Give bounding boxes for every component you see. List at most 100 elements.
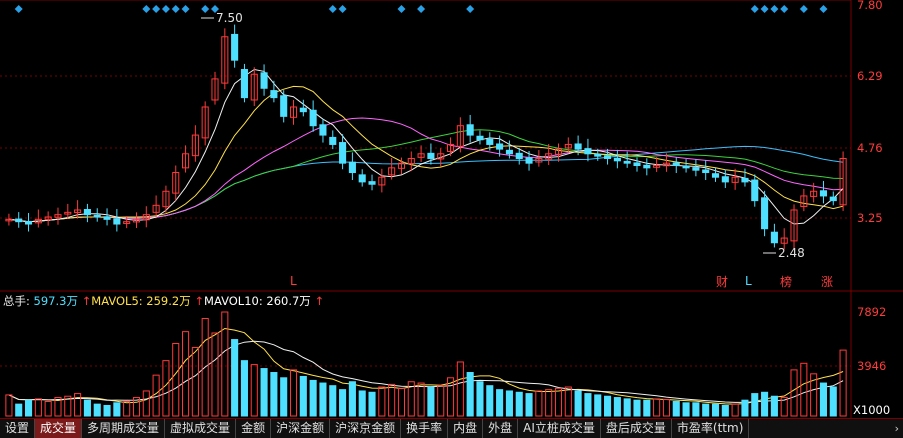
volume-bar bbox=[456, 361, 464, 417]
tab-sh-sz-amount[interactable]: 沪深金额 bbox=[271, 419, 331, 438]
candle-body bbox=[270, 90, 278, 99]
price-tick-label: 6.29 bbox=[857, 69, 883, 83]
mavol10-label: MAVOL10: bbox=[204, 294, 263, 308]
volume-bar bbox=[437, 385, 445, 417]
candle-body bbox=[368, 181, 376, 185]
volume-bar bbox=[829, 386, 837, 417]
candle-body bbox=[103, 216, 111, 220]
tab-outer-volume[interactable]: 外盘 bbox=[483, 419, 519, 438]
tab-amount[interactable]: 金额 bbox=[236, 419, 272, 438]
volume-bar bbox=[348, 381, 356, 417]
volume-bar bbox=[790, 369, 798, 417]
chevron-right-icon[interactable]: › bbox=[895, 420, 899, 437]
volume-bar bbox=[476, 381, 484, 417]
signal-diamond bbox=[181, 5, 190, 13]
candle-body bbox=[761, 197, 769, 230]
signal-diamond bbox=[770, 5, 779, 13]
kline-chart-panel[interactable]: 7.80 6.29 4.76 3.25 7892 3946 X1000 7.50… bbox=[0, 0, 903, 418]
candle-body bbox=[643, 164, 651, 169]
candle-body bbox=[358, 174, 366, 183]
volume-bar bbox=[741, 399, 749, 417]
price-tick-label: 7.80 bbox=[857, 0, 883, 12]
event-marker: L bbox=[290, 274, 297, 288]
candle-body bbox=[594, 153, 602, 157]
candle-body bbox=[466, 124, 474, 136]
volume-bar bbox=[142, 390, 150, 417]
tab-ai-volume[interactable]: AI立桩成交量 bbox=[518, 419, 601, 438]
tab-after-hours-volume[interactable]: 盘后成交量 bbox=[601, 419, 672, 438]
volume-tick-label: 3946 bbox=[857, 359, 886, 373]
price-tick-label: 4.76 bbox=[857, 141, 883, 155]
volume-axis: 7892 3946 X1000 bbox=[853, 305, 890, 417]
volume-bar bbox=[662, 399, 670, 417]
volume-bar bbox=[34, 398, 42, 417]
tab-settings[interactable]: 设置 bbox=[0, 419, 36, 438]
candle-body bbox=[427, 152, 435, 159]
candle-body bbox=[113, 218, 121, 225]
volume-bar bbox=[711, 403, 720, 417]
tab-turnover-rate[interactable]: 换手率 bbox=[401, 419, 449, 438]
candle-body bbox=[505, 149, 513, 155]
volume-bar bbox=[15, 403, 23, 417]
signal-diamond bbox=[142, 5, 151, 13]
candle-body bbox=[476, 135, 484, 141]
signal-diamond bbox=[201, 5, 210, 13]
tab-virtual-volume[interactable]: 虚拟成交量 bbox=[165, 419, 237, 438]
candle-body bbox=[525, 157, 533, 164]
candle-body bbox=[319, 124, 327, 136]
volume-bar bbox=[515, 391, 523, 417]
volume-bar bbox=[604, 395, 612, 417]
volume-bar bbox=[761, 391, 769, 417]
candle-body bbox=[240, 69, 248, 99]
volume-legend: 总手: 597.3万 ↑MAVOL5: 259.2万 ↑MAVOL10: 260… bbox=[3, 293, 324, 309]
signal-diamond bbox=[152, 5, 161, 13]
candle-body bbox=[751, 179, 759, 202]
candle-body bbox=[496, 143, 504, 150]
candle-body bbox=[83, 209, 91, 216]
volume-bar bbox=[692, 402, 700, 417]
volume-bar bbox=[260, 368, 268, 417]
candle-body bbox=[672, 162, 680, 167]
candle-body bbox=[819, 190, 828, 197]
volume-bar bbox=[633, 399, 641, 417]
volume-bar bbox=[594, 394, 602, 417]
mavol5-value: 259.2万 bbox=[146, 294, 191, 308]
volume-bar bbox=[584, 393, 592, 417]
volume-bar bbox=[113, 402, 121, 417]
ma5-line bbox=[8, 68, 844, 225]
volume-bar bbox=[44, 401, 52, 417]
ma10-line bbox=[8, 85, 844, 223]
candle-body bbox=[93, 214, 101, 218]
volume-bar bbox=[103, 404, 111, 417]
tab-multi-period-volume[interactable]: 多周期成交量 bbox=[82, 419, 166, 438]
volume-bar bbox=[339, 389, 347, 417]
tab-sh-sz-bj-amount[interactable]: 沪深京金额 bbox=[330, 419, 402, 438]
volume-bar bbox=[496, 389, 504, 417]
event-marker: L bbox=[745, 274, 752, 288]
volume-bar bbox=[623, 398, 631, 417]
candle-body bbox=[309, 109, 317, 127]
volume-bar bbox=[682, 402, 690, 417]
signal-diamond bbox=[799, 5, 808, 13]
volume-bar bbox=[182, 331, 190, 417]
mavol5-label: MAVOL5: bbox=[91, 294, 143, 308]
volume-bar bbox=[329, 385, 337, 417]
volume-unit-label: X1000 bbox=[853, 403, 890, 417]
volume-bar bbox=[309, 379, 317, 417]
signal-diamond bbox=[338, 5, 347, 13]
tab-pe-ttm[interactable]: 市盈率(ttm) bbox=[672, 419, 750, 438]
tab-volume[interactable]: 成交量 bbox=[35, 419, 83, 438]
volume-bar bbox=[731, 403, 739, 417]
candle-body bbox=[584, 148, 592, 155]
volume-bar bbox=[466, 372, 474, 417]
volume-bar bbox=[427, 386, 435, 417]
volume-bar bbox=[280, 377, 288, 417]
tab-inner-volume[interactable]: 内盘 bbox=[448, 419, 484, 438]
volume-bar bbox=[672, 401, 680, 417]
signal-diamond bbox=[819, 5, 828, 13]
signal-diamond bbox=[328, 5, 337, 13]
signal-diamond bbox=[397, 5, 406, 13]
volume-bar bbox=[378, 386, 386, 417]
volume-bar bbox=[250, 364, 258, 417]
candle-body bbox=[623, 160, 631, 164]
